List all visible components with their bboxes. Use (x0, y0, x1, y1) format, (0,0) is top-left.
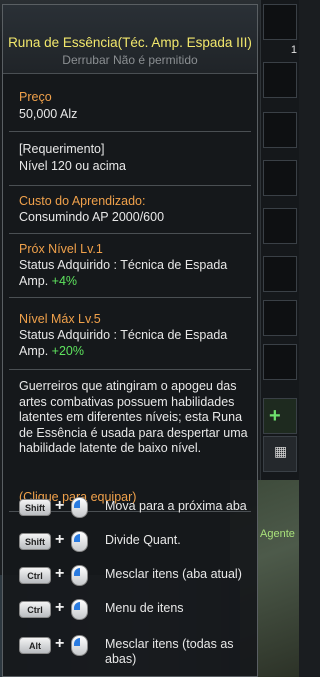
next-level-label: Próx Nível Lv.1 (19, 242, 103, 256)
inventory-slot[interactable] (263, 256, 297, 292)
divider (9, 131, 251, 132)
mouse-left-click-icon (71, 635, 88, 656)
max-status-bonus: +20% (51, 344, 84, 358)
inventory-slot[interactable] (263, 344, 297, 380)
plus-icon: + (55, 635, 65, 652)
inventory-slot[interactable] (263, 300, 297, 336)
next-status-amp: Amp. (19, 274, 49, 288)
learn-cost-label: Custo do Aprendizado: (19, 194, 146, 208)
inventory-slot[interactable] (263, 112, 297, 148)
plus-icon: + (55, 531, 65, 548)
inventory-slot[interactable] (263, 208, 297, 244)
grid-button[interactable]: ▦ (263, 436, 297, 472)
drop-restriction: Derrubar Não é permitido (62, 53, 198, 67)
skill-slot[interactable]: + (263, 398, 297, 434)
inventory-slot[interactable] (263, 4, 297, 40)
requirement-value: Nível 120 ou acima (19, 159, 127, 173)
divider (9, 185, 251, 186)
tooltip-header: Runa de Essência(Téc. Amp. Espada III) D… (3, 5, 257, 74)
plus-icon: + (55, 565, 65, 582)
item-tooltip: Runa de Essência(Téc. Amp. Espada III) D… (2, 4, 258, 677)
mouse-left-click-icon (71, 565, 88, 586)
shortcut-split-quantity: Shift + Divide Quant. (19, 529, 259, 555)
inventory-slot[interactable] (263, 160, 297, 196)
shift-key-icon: Shift (19, 533, 51, 550)
max-status-amp: Amp. (19, 344, 49, 358)
shift-key-icon: Shift (19, 499, 51, 516)
shortcut-merge-current: Ctrl + Mesclar itens (aba atual) (19, 563, 259, 589)
price-label: Preço (19, 90, 52, 104)
ctrl-key-icon: Ctrl (19, 567, 51, 584)
next-status-bonus: +4% (51, 274, 78, 288)
price-value: 50,000 Alz (19, 107, 78, 121)
alt-key-icon: Alt (19, 637, 51, 654)
divider (9, 233, 251, 234)
shortcut-merge-all: Alt + Mesclar itens (todas as abas) (19, 633, 259, 669)
shortcut-next-tab: Shift + Mova para a próxima aba (19, 495, 259, 521)
map-label: Agente (260, 528, 295, 540)
mouse-left-click-icon (71, 497, 88, 518)
max-level-status: Status Adquirido : Técnica de Espada (19, 328, 228, 342)
item-title: Runa de Essência(Téc. Amp. Espada III) (8, 35, 252, 50)
next-level-bonus-line: Amp. +4% (19, 273, 77, 289)
learn-cost-value: Consumindo AP 2000/600 (19, 210, 165, 224)
mouse-left-click-icon (71, 531, 88, 552)
shortcut-item-menu: Ctrl + Menu de itens (19, 597, 259, 623)
shortcut-text: Mova para a próxima aba (105, 499, 247, 513)
shortcut-text: Divide Quant. (105, 533, 181, 547)
divider (9, 369, 251, 370)
inventory-slot[interactable] (263, 62, 297, 98)
item-description: Guerreiros que atingiram o apogeu das ar… (19, 379, 248, 455)
requirement-header: [Requerimento] (19, 142, 105, 156)
next-level-status: Status Adquirido : Técnica de Espada (19, 258, 228, 272)
plus-icon: + (55, 599, 65, 616)
max-level-bonus-line: Amp. +20% (19, 343, 84, 359)
mouse-right-click-icon (71, 599, 88, 620)
ctrl-key-icon: Ctrl (19, 601, 51, 618)
max-level-label: Nível Máx Lv.5 (19, 312, 101, 326)
shortcut-text: Menu de itens (105, 601, 184, 615)
shortcut-text: Mesclar itens (aba atual) (105, 567, 242, 581)
divider (9, 297, 251, 298)
shortcut-text: Mesclar itens (todas as abas) (105, 637, 234, 666)
plus-icon: + (55, 497, 65, 514)
slot-count: 1 (290, 44, 297, 56)
